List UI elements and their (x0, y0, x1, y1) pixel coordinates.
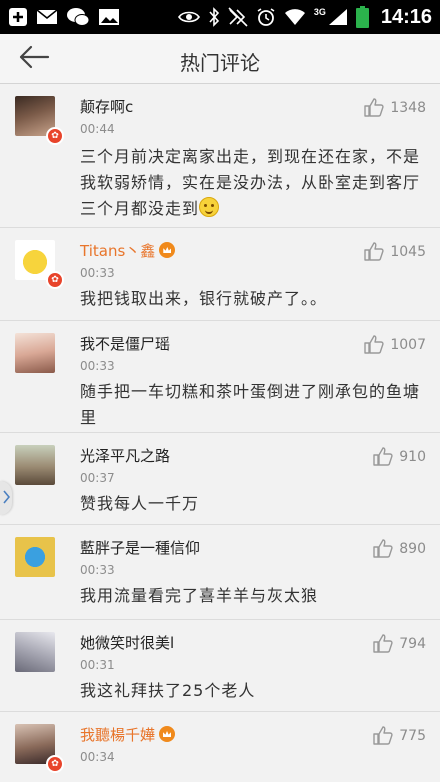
thumbs-up-icon (373, 539, 393, 558)
back-arrow-icon (18, 45, 50, 73)
avatar[interactable] (15, 537, 55, 577)
comment-text: 赞我每人一千万 (80, 494, 200, 513)
chevron-right-icon (2, 489, 10, 508)
timestamp: 00:34 (80, 750, 115, 764)
like-count: 1045 (390, 243, 426, 260)
thumbs-up-icon (373, 726, 393, 745)
comment-text: 我用流量看完了喜羊羊与灰太狼 (80, 586, 319, 605)
comment-item: 藍胖子是一種信仰 00:33 890 我用流量看完了喜羊羊与灰太狼 (0, 525, 440, 620)
comment-text: 我这礼拜扶了25个老人 (80, 681, 256, 700)
like-button[interactable]: 794 (373, 634, 426, 653)
like-button[interactable]: 1045 (364, 242, 426, 261)
avatar[interactable] (15, 333, 55, 373)
comment-item: ✿ Titans丶鑫 00:33 1045 我把钱取出来，银行就破产了。。 (0, 228, 440, 321)
like-count: 794 (399, 635, 426, 652)
comment-item: 光泽平凡之路 00:37 910 赞我每人一千万 (0, 433, 440, 525)
alarm-icon (256, 7, 276, 27)
wechat-icon (66, 7, 90, 27)
like-count: 1348 (390, 99, 426, 116)
clock: 14:16 (380, 5, 432, 28)
like-count: 910 (399, 448, 426, 465)
comment-text: 三个月前决定离家出走，到现在还在家，不是我软弱矫情，实在是没办法，从卧室走到客厅… (80, 147, 421, 218)
username[interactable]: 她微笑时很美l (80, 632, 174, 653)
comment-list[interactable]: ✿ 颠存啊c 00:44 1348 三个月前决定离家出走，到现在还在家，不是我软… (0, 84, 440, 782)
like-button[interactable]: 1007 (364, 335, 426, 354)
comment-item: 我不是僵尸瑶 00:33 1007 随手把一车切糕和茶叶蛋倒进了刚承包的鱼塘里 (0, 321, 440, 433)
verified-badge-icon: ✿ (46, 755, 64, 773)
timestamp: 00:31 (80, 658, 115, 672)
vip-crown-icon (159, 242, 176, 258)
like-button[interactable]: 890 (373, 539, 426, 558)
status-bar: 3G 14:16 (0, 0, 440, 34)
thumbs-up-icon (373, 634, 393, 653)
comment-text: 我把钱取出来，银行就破产了。。 (80, 289, 328, 308)
eye-icon (177, 10, 200, 24)
back-button[interactable] (14, 42, 54, 76)
like-button[interactable]: 910 (373, 447, 426, 466)
verified-badge-icon: ✿ (46, 271, 64, 289)
app-header: 热门评论 (0, 34, 440, 84)
timestamp: 00:44 (80, 122, 115, 136)
thumbs-up-icon (364, 98, 384, 117)
avatar[interactable]: ✿ (15, 240, 64, 289)
thumbs-up-icon (373, 447, 393, 466)
status-bar-left (8, 7, 120, 27)
wifi-icon (284, 8, 306, 26)
timestamp: 00:33 (80, 266, 115, 280)
comment-item: ✿ 颠存啊c 00:44 1348 三个月前决定离家出走，到现在还在家，不是我软… (0, 84, 440, 228)
avatar[interactable] (15, 632, 55, 672)
username[interactable]: 我聽楊千嬅 (80, 724, 176, 745)
like-count: 890 (399, 540, 426, 557)
like-button[interactable]: 775 (373, 726, 426, 745)
timestamp: 00:37 (80, 471, 115, 485)
network-type-label: 3G (313, 7, 326, 17)
like-count: 775 (399, 727, 426, 744)
username[interactable]: 光泽平凡之路 (80, 445, 170, 466)
smiley-emoji-icon (199, 197, 220, 217)
thumbs-up-icon (364, 242, 384, 261)
like-button[interactable]: 1348 (364, 98, 426, 117)
comment-text: 随手把一车切糕和茶叶蛋倒进了刚承包的鱼塘里 (80, 382, 421, 427)
mute-icon (228, 7, 248, 27)
username[interactable]: Titans丶鑫 (80, 240, 176, 261)
mail-icon (36, 8, 58, 26)
timestamp: 00:33 (80, 359, 115, 373)
username[interactable]: 我不是僵尸瑶 (80, 333, 170, 354)
timestamp: 00:33 (80, 563, 115, 577)
thumbs-up-icon (364, 335, 384, 354)
comment-item: ✿ 我聽楊千嬅 00:34 775 (0, 712, 440, 782)
battery-icon (355, 6, 369, 28)
signal-icon (328, 8, 348, 26)
verified-badge-icon: ✿ (46, 127, 64, 145)
vip-crown-icon (159, 726, 176, 742)
page-title: 热门评论 (180, 51, 260, 75)
avatar[interactable]: ✿ (15, 96, 64, 145)
image-icon (98, 8, 120, 26)
like-count: 1007 (390, 336, 426, 353)
username[interactable]: 藍胖子是一種信仰 (80, 537, 200, 558)
avatar[interactable]: ✿ (15, 724, 64, 773)
username[interactable]: 颠存啊c (80, 96, 133, 117)
comment-item: 她微笑时很美l 00:31 794 我这礼拜扶了25个老人 (0, 620, 440, 712)
add-icon (8, 7, 28, 27)
status-bar-right: 3G 14:16 (177, 5, 432, 29)
bluetooth-icon (208, 7, 220, 27)
avatar[interactable] (15, 445, 55, 485)
